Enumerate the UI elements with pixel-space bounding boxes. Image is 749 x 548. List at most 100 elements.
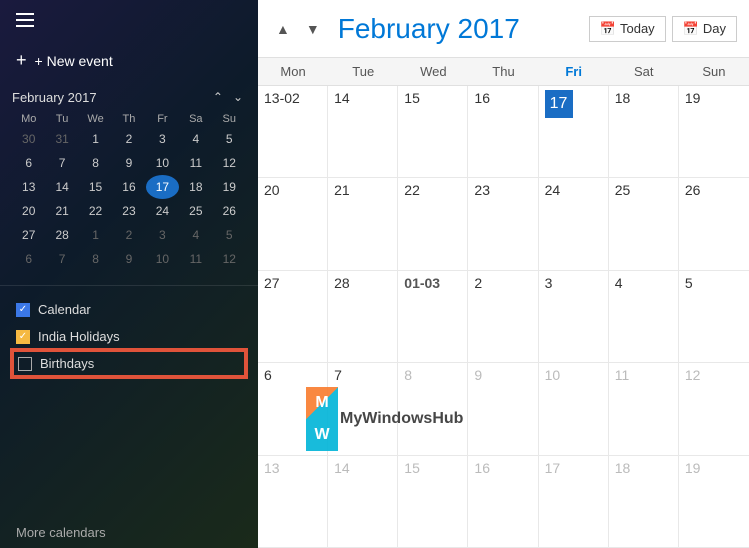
cal-day-num: 21	[334, 182, 391, 198]
mini-day-cell[interactable]: 1	[79, 223, 112, 247]
cal-cell[interactable]: 12	[679, 363, 749, 454]
mini-day-cell[interactable]: 3	[146, 127, 179, 151]
mini-day-cell[interactable]: 23	[112, 199, 145, 223]
mini-day-cell[interactable]: 27	[12, 223, 45, 247]
mini-col-we: We	[79, 111, 112, 127]
mini-day-cell[interactable]: 6	[12, 247, 45, 271]
today-button[interactable]: 📅 Today	[589, 16, 666, 42]
mini-day-cell[interactable]: 14	[45, 175, 78, 199]
mini-day-cell[interactable]: 3	[146, 223, 179, 247]
cal-cell[interactable]: 19	[679, 456, 749, 547]
cal-cell[interactable]: 18	[609, 456, 679, 547]
mini-day-cell[interactable]: 2	[112, 127, 145, 151]
mini-day-cell[interactable]: 20	[12, 199, 45, 223]
cal-day-num: 24	[545, 182, 602, 198]
mini-day-cell[interactable]: 10	[146, 247, 179, 271]
cal-cell[interactable]: 17	[539, 86, 609, 177]
cal-day-num: 2	[474, 275, 531, 291]
new-event-button[interactable]: + + New event	[0, 40, 258, 81]
india-holidays-checkbox[interactable]	[16, 330, 30, 344]
mini-day-cell[interactable]: 24	[146, 199, 179, 223]
cal-cell[interactable]: 5	[679, 271, 749, 362]
mini-day-cell[interactable]: 22	[79, 199, 112, 223]
mini-day-cell[interactable]: 8	[79, 151, 112, 175]
cal-item-birthdays[interactable]: Birthdays	[12, 350, 246, 377]
cal-cell[interactable]: 16	[468, 86, 538, 177]
mini-day-cell[interactable]: 7	[45, 247, 78, 271]
cal-cell[interactable]: 25	[609, 178, 679, 269]
mini-cal-prev[interactable]: ⌃	[210, 89, 226, 105]
birthdays-checkbox[interactable]	[18, 357, 32, 371]
mini-day-cell[interactable]: 17	[146, 175, 179, 199]
cal-cell[interactable]: 18	[609, 86, 679, 177]
cal-cell[interactable]: 10	[539, 363, 609, 454]
cal-cell[interactable]: 8MWMyWindowsHub	[398, 363, 468, 454]
mini-day-cell[interactable]: 18	[179, 175, 212, 199]
cal-cell[interactable]: 9	[468, 363, 538, 454]
cal-cell[interactable]: 26	[679, 178, 749, 269]
mini-day-cell[interactable]: 25	[179, 199, 212, 223]
cal-cell[interactable]: 14	[328, 86, 398, 177]
cal-day-num: 15	[404, 460, 461, 476]
mini-day-cell[interactable]: 2	[112, 223, 145, 247]
col-sat: Sat	[609, 58, 679, 85]
mini-day-cell[interactable]: 9	[112, 151, 145, 175]
main-area: ▲ ▼ February 2017 📅 Today 📅 Day Mon Tue …	[258, 0, 749, 548]
mini-day-cell[interactable]: 7	[45, 151, 78, 175]
mini-day-cell[interactable]: 10	[146, 151, 179, 175]
mini-day-cell[interactable]: 6	[12, 151, 45, 175]
cal-day-num: 16	[474, 90, 531, 106]
cal-item-calendar[interactable]: Calendar	[12, 296, 246, 323]
mini-day-cell[interactable]: 12	[213, 151, 246, 175]
cal-cell[interactable]: 13-02	[258, 86, 328, 177]
mini-day-cell[interactable]: 4	[179, 127, 212, 151]
cal-cell[interactable]: 3	[539, 271, 609, 362]
cal-item-india-holidays[interactable]: India Holidays	[12, 323, 246, 350]
cal-cell[interactable]: 16	[468, 456, 538, 547]
mini-day-cell[interactable]: 13	[12, 175, 45, 199]
mini-day-cell[interactable]: 21	[45, 199, 78, 223]
mini-day-cell[interactable]: 1	[79, 127, 112, 151]
mini-day-cell[interactable]: 8	[79, 247, 112, 271]
nav-prev-arrow[interactable]: ▲	[270, 17, 296, 41]
cal-cell[interactable]: 20	[258, 178, 328, 269]
mini-day-cell[interactable]: 9	[112, 247, 145, 271]
mini-day-cell[interactable]: 30	[12, 127, 45, 151]
nav-next-arrow[interactable]: ▼	[300, 17, 326, 41]
mini-day-cell[interactable]: 28	[45, 223, 78, 247]
cal-cell[interactable]: 15	[398, 456, 468, 547]
cal-cell[interactable]: 22	[398, 178, 468, 269]
cal-cell[interactable]: 21	[328, 178, 398, 269]
calendar-checkbox[interactable]	[16, 303, 30, 317]
cal-cell[interactable]: 28	[328, 271, 398, 362]
more-calendars-button[interactable]: More calendars	[0, 517, 258, 548]
cal-cell[interactable]: 14	[328, 456, 398, 547]
mini-day-cell[interactable]: 11	[179, 247, 212, 271]
mini-day-cell[interactable]: 4	[179, 223, 212, 247]
plus-icon: +	[16, 50, 27, 71]
mini-day-cell[interactable]: 15	[79, 175, 112, 199]
cal-cell[interactable]: 19	[679, 86, 749, 177]
mini-day-cell[interactable]: 26	[213, 199, 246, 223]
cal-cell[interactable]: 27	[258, 271, 328, 362]
mini-day-cell[interactable]: 12	[213, 247, 246, 271]
cal-cell[interactable]: 01-03	[398, 271, 468, 362]
cal-cell[interactable]: 13	[258, 456, 328, 547]
mini-day-cell[interactable]: 5	[213, 127, 246, 151]
cal-cell[interactable]: 2	[468, 271, 538, 362]
mini-day-cell[interactable]: 11	[179, 151, 212, 175]
day-button[interactable]: 📅 Day	[672, 16, 737, 42]
mini-cal-next[interactable]: ⌄	[230, 89, 246, 105]
cal-cell[interactable]: 4	[609, 271, 679, 362]
cal-cell[interactable]: 11	[609, 363, 679, 454]
mini-day-cell[interactable]: 31	[45, 127, 78, 151]
cal-cell[interactable]: 17	[539, 456, 609, 547]
mini-day-cell[interactable]: 5	[213, 223, 246, 247]
mini-day-cell[interactable]: 19	[213, 175, 246, 199]
cal-day-num: 01-03	[404, 275, 461, 291]
hamburger-icon[interactable]	[12, 9, 38, 31]
cal-cell[interactable]: 23	[468, 178, 538, 269]
mini-day-cell[interactable]: 16	[112, 175, 145, 199]
cal-cell[interactable]: 15	[398, 86, 468, 177]
cal-cell[interactable]: 24	[539, 178, 609, 269]
